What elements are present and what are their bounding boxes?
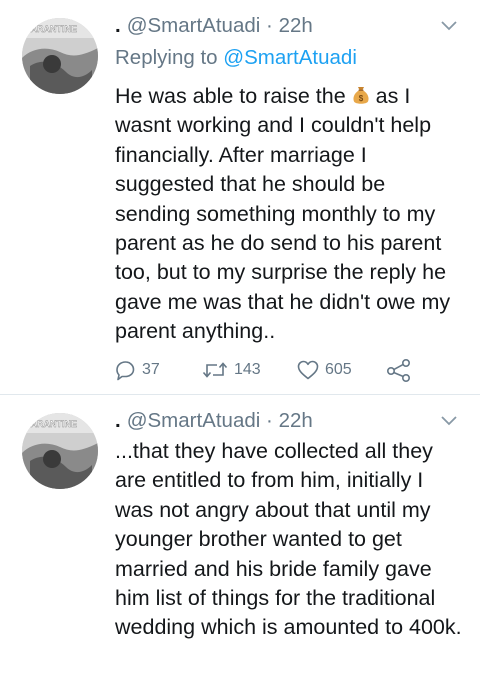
svg-text:$: $ — [358, 94, 363, 103]
separator: · — [266, 409, 273, 432]
handle[interactable]: @SmartAtuadi — [127, 14, 261, 37]
like-icon — [297, 360, 319, 380]
avatar-image: UARANTINE — [22, 413, 98, 489]
avatar-image: UARANTINE — [22, 18, 98, 94]
handle[interactable]: @SmartAtuadi — [127, 409, 261, 432]
separator: · — [266, 14, 273, 37]
reply-icon — [116, 361, 135, 381]
timestamp[interactable]: 22h — [279, 409, 313, 432]
money-bag-emoji: $ — [353, 87, 369, 104]
tweet[interactable]: UARANTINE . @SmartAtuadi · 22h Replying t… — [0, 0, 480, 395]
tweet-text: He was able to raise the $ as I wasnt wo… — [115, 82, 465, 347]
chevron-down-icon[interactable] — [440, 20, 458, 32]
avatar[interactable]: UARANTINE — [22, 413, 98, 489]
share-button[interactable] — [386, 356, 417, 384]
avatar-text: UARANTINE — [24, 24, 77, 34]
share-icon — [386, 358, 410, 382]
tweet-text: ...that they have collected all they are… — [115, 439, 462, 640]
tweet[interactable]: UARANTINE . @SmartAtuadi · 22h ...that th… — [0, 395, 480, 680]
tweet-actions: 37 143 605 — [113, 356, 443, 384]
retweet-count: 143 — [234, 361, 261, 378]
retweet-button[interactable]: 143 — [201, 356, 261, 384]
tweet-header: . @SmartAtuadi · 22h — [115, 409, 313, 433]
tweet-text-part2: as I wasnt working and I couldn't help f… — [115, 84, 451, 344]
name-dot: . — [115, 409, 121, 432]
like-button[interactable]: 605 — [296, 356, 352, 384]
chevron-down-icon[interactable] — [440, 415, 458, 427]
tweet-header: . @SmartAtuadi · 22h — [115, 14, 313, 38]
like-count: 605 — [325, 361, 352, 378]
replying-label: Replying to — [115, 46, 218, 69]
replying-to: Replying to @SmartAtuadi — [115, 46, 357, 70]
avatar-text: UARANTINE — [24, 419, 77, 429]
reply-count: 37 — [142, 361, 160, 378]
timestamp[interactable]: 22h — [279, 14, 313, 37]
retweet-icon — [202, 362, 228, 378]
reply-button[interactable]: 37 — [113, 356, 160, 384]
tweet-text-part1: He was able to raise the — [115, 84, 346, 108]
avatar[interactable]: UARANTINE — [22, 18, 98, 94]
name-dot: . — [115, 14, 121, 37]
replying-mention[interactable]: @SmartAtuadi — [223, 46, 357, 69]
